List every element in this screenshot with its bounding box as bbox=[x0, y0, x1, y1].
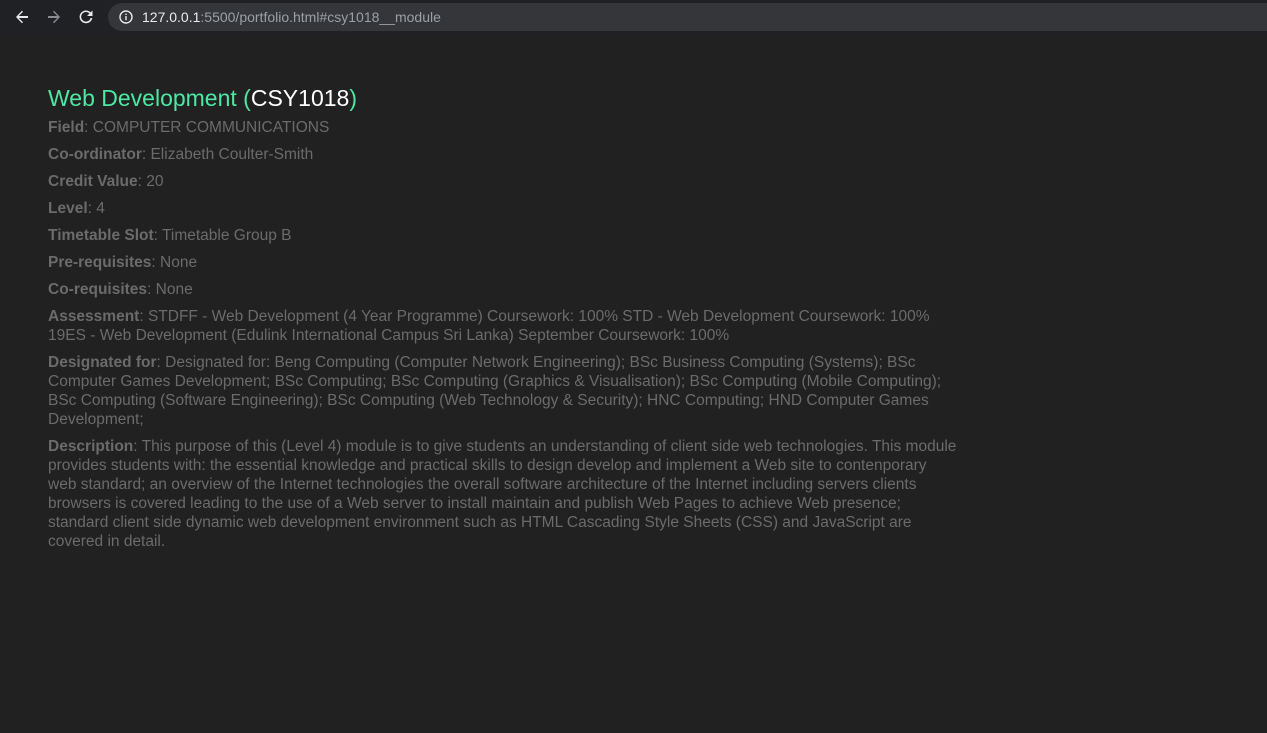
coordinator-row: Co-ordinator: Elizabeth Coulter-Smith bbox=[48, 145, 958, 164]
level-label: Level bbox=[48, 200, 88, 217]
module-code: CSY1018 bbox=[250, 85, 350, 111]
level-value: : 4 bbox=[87, 200, 105, 217]
level-row: Level: 4 bbox=[48, 199, 958, 218]
url-path: :5500/portfolio.html#csy1018__module bbox=[200, 9, 441, 25]
module-name: Web Development bbox=[48, 85, 237, 111]
designated-for-label: Designated for bbox=[48, 354, 157, 371]
description-label: Description bbox=[48, 438, 134, 455]
arrow-right-icon bbox=[48, 10, 60, 24]
credit-value-value: : 20 bbox=[137, 173, 164, 190]
corequisites-value: : None bbox=[147, 281, 193, 298]
assessment-label: Assessment bbox=[48, 308, 140, 325]
assessment-value: : STDFF - Web Development (4 Year Progra… bbox=[48, 308, 930, 344]
reload-icon bbox=[79, 10, 93, 24]
prerequisites-value: : None bbox=[151, 254, 198, 271]
info-icon[interactable] bbox=[119, 10, 133, 24]
browser-toolbar: 127.0.0.1:5500/portfolio.html#csy1018__m… bbox=[0, 0, 1267, 35]
module-details: Web Development (CSY1018) Field: COMPUTE… bbox=[48, 84, 958, 559]
description-row: Description: This purpose of this (Level… bbox=[48, 437, 958, 551]
field-row: Field: COMPUTER COMMUNICATIONS bbox=[48, 118, 958, 137]
module-close-paren: ) bbox=[349, 85, 357, 111]
field-value: : COMPUTER COMMUNICATIONS bbox=[84, 119, 330, 136]
coordinator-label: Co-ordinator bbox=[48, 146, 142, 163]
designated-for-row: Designated for: Designated for: Beng Com… bbox=[48, 353, 958, 429]
timetable-slot-row: Timetable Slot: Timetable Group B bbox=[48, 226, 958, 245]
description-value: : This purpose of this (Level 4) module … bbox=[48, 438, 957, 550]
timetable-slot-value: : Timetable Group B bbox=[153, 227, 292, 244]
prerequisites-label: Pre-requisites bbox=[48, 254, 152, 271]
module-open-paren: ( bbox=[236, 85, 251, 111]
coordinator-value: : Elizabeth Coulter-Smith bbox=[141, 146, 314, 163]
corequisites-row: Co-requisites: None bbox=[48, 280, 958, 299]
prerequisites-row: Pre-requisites: None bbox=[48, 253, 958, 272]
credit-value-label: Credit Value bbox=[48, 173, 138, 190]
field-label: Field bbox=[48, 119, 85, 136]
module-title: Web Development (CSY1018) bbox=[48, 84, 958, 112]
designated-for-value: : Designated for: Beng Computing (Comput… bbox=[48, 354, 942, 428]
url-host: 127.0.0.1 bbox=[142, 9, 201, 25]
address-bar[interactable]: 127.0.0.1:5500/portfolio.html#csy1018__m… bbox=[108, 3, 1267, 31]
reload-button[interactable] bbox=[70, 1, 102, 33]
corequisites-label: Co-requisites bbox=[48, 281, 148, 298]
back-button[interactable] bbox=[6, 1, 38, 33]
timetable-slot-label: Timetable Slot bbox=[48, 227, 154, 244]
arrow-left-icon bbox=[16, 10, 28, 24]
url-text: 127.0.0.1:5500/portfolio.html#csy1018__m… bbox=[142, 9, 441, 25]
assessment-row: Assessment: STDFF - Web Development (4 Y… bbox=[48, 307, 958, 345]
credit-value-row: Credit Value: 20 bbox=[48, 172, 958, 191]
forward-button[interactable] bbox=[38, 1, 70, 33]
